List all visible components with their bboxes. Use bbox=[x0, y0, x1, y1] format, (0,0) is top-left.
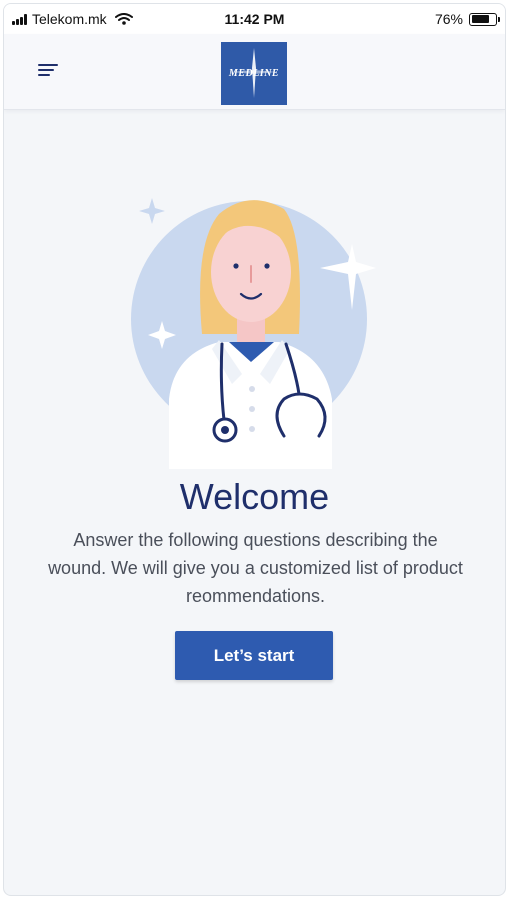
logo-text: MEDLINE bbox=[228, 68, 280, 79]
status-bar: Telekom.mk 11:42 PM 76% bbox=[4, 4, 505, 34]
hamburger-menu-icon[interactable] bbox=[38, 64, 58, 80]
welcome-title: Welcome bbox=[179, 476, 330, 517]
welcome-description: Answer the following questions describin… bbox=[48, 530, 463, 606]
app-screen: Telekom.mk 11:42 PM 76% MEDLINE Welcome … bbox=[3, 3, 506, 896]
status-time: 11:42 PM bbox=[224, 11, 285, 27]
doctor-illustration bbox=[131, 198, 376, 469]
battery-percent: 76% bbox=[434, 11, 463, 27]
lets-start-button[interactable]: Let’s start bbox=[175, 631, 333, 680]
sparkle-icon bbox=[139, 198, 165, 224]
battery-icon bbox=[469, 12, 500, 26]
medline-logo: MEDLINE bbox=[221, 42, 287, 105]
app-header: MEDLINE bbox=[4, 34, 505, 110]
status-right: 76% bbox=[434, 11, 500, 27]
